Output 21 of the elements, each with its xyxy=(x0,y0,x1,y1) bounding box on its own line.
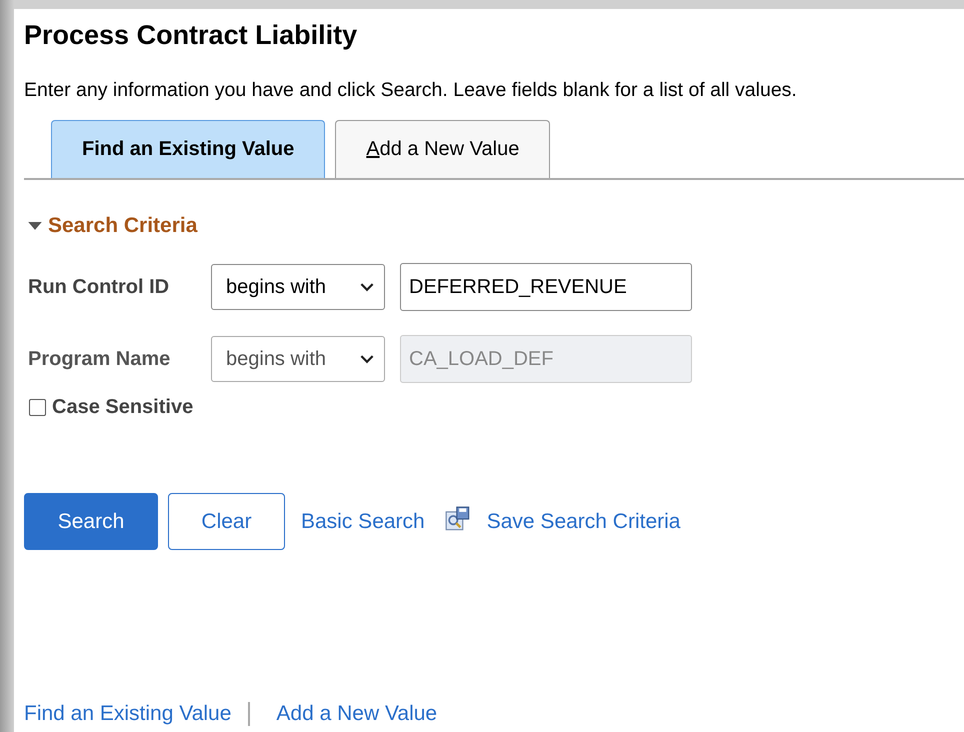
checkbox[interactable] xyxy=(29,399,46,416)
tab[interactable]: Add a New Value xyxy=(335,120,550,178)
chevron-down-icon xyxy=(360,282,374,292)
instructions-text: Enter any information you have and click Search. Leave fields blank for a list of all values. xyxy=(24,78,798,103)
clear-button[interactable]: Clear xyxy=(168,493,285,550)
operator-dropdown[interactable]: begins with xyxy=(211,264,385,310)
chevron-down-icon xyxy=(360,354,374,364)
field-label: Program Name xyxy=(27,348,172,370)
checkbox-label: Case Sensitive xyxy=(52,396,194,419)
section-header[interactable]: Search Criteria xyxy=(24,214,198,238)
input-field[interactable]: DEFERRED_REVENUE xyxy=(400,263,692,311)
page-title: Process Contract Liability xyxy=(24,19,358,52)
footer-link[interactable]: Add a New Value xyxy=(276,702,438,726)
save-search-criteria-link[interactable]: Save Search Criteria xyxy=(486,510,680,534)
triangle-icon xyxy=(28,222,42,230)
search-button[interactable]: Search xyxy=(24,493,158,550)
tab[interactable]: Find an Existing Value xyxy=(51,120,326,178)
footer-link[interactable]: Find an Existing Value xyxy=(24,702,232,726)
basic-search-link[interactable]: Basic Search xyxy=(301,510,425,534)
field-label: Run Control ID xyxy=(27,276,170,298)
save-search-icon[interactable] xyxy=(444,506,471,532)
